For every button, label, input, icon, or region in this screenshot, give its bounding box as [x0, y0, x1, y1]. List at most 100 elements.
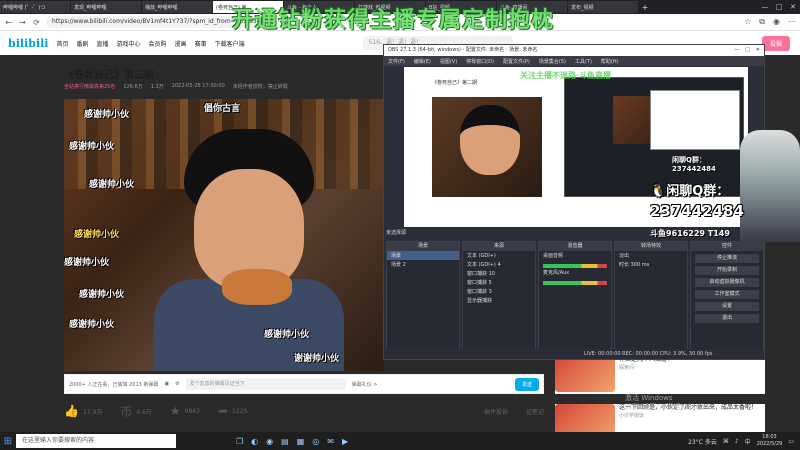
mail-icon[interactable]: ✉: [327, 437, 334, 446]
edge-icon[interactable]: ◐: [251, 437, 258, 446]
danmaku-input[interactable]: 发个友善的弹幕见证当下: [185, 378, 346, 390]
nav-game-center[interactable]: 游戏中心: [117, 39, 141, 48]
dock-title: 转场特效: [615, 242, 687, 251]
nav-esports[interactable]: 赛事: [195, 39, 207, 48]
start-recording-button[interactable]: 开始录制: [695, 266, 759, 275]
source-item[interactable]: 窗口捕获 3: [463, 287, 535, 296]
danmaku-text: 感谢帅小伙: [79, 290, 125, 300]
send-danmaku-button[interactable]: 发送: [514, 377, 539, 391]
minimize-icon[interactable]: —: [734, 45, 739, 56]
settings-button[interactable]: 设置: [695, 302, 759, 311]
coin-button[interactable]: 币 4.6万: [120, 403, 152, 420]
rank-badge[interactable]: 全站排行榜最高第25名: [64, 83, 115, 90]
danmaku-toggle-icon[interactable]: ▣: [164, 381, 169, 387]
bilibili-logo[interactable]: bilibili: [8, 37, 48, 50]
mixer-dock: 混音器 桌面音频 麦克风/Aux: [538, 241, 612, 351]
upload-button[interactable]: 投稿: [761, 36, 790, 51]
nav-shop[interactable]: 会员购: [149, 39, 167, 48]
obs-menu-edit[interactable]: 编辑(E): [414, 58, 431, 65]
danmaku-settings-icon[interactable]: ⚙: [175, 381, 179, 387]
maximize-icon[interactable]: □: [772, 3, 786, 11]
volume-meter[interactable]: [543, 281, 607, 285]
mixer-channel-label: 桌面音频: [543, 253, 564, 259]
media-icon[interactable]: ▶: [342, 437, 348, 446]
share-button[interactable]: ➦ 1225: [218, 404, 247, 418]
scene-item[interactable]: 场景: [387, 251, 459, 260]
obs-menu-docks[interactable]: 停靠窗口(D): [466, 58, 494, 65]
clock[interactable]: 18:03 2022/5/29: [757, 434, 783, 448]
notifications-icon[interactable]: ▭: [788, 438, 794, 445]
nav-download[interactable]: 下载客户端: [215, 39, 245, 48]
obs-status-bar: LIVE: 00:00:00 REC: 00:00:00 CPU: 3.9%, …: [384, 349, 764, 359]
source-item[interactable]: 文本 (GDI+): [463, 251, 535, 260]
transition-duration[interactable]: 时长 300 ms: [615, 260, 687, 269]
favorite-button[interactable]: ★ 9843: [170, 404, 200, 418]
activation-hint: 转到"设置"以激活 Windows。: [625, 403, 721, 411]
forward-icon[interactable]: →: [18, 18, 27, 27]
menu-icon[interactable]: ⋯: [788, 17, 796, 27]
obs-title: OBS 27.1.3 (64-bit, windows) - 配置文件: 未命名…: [388, 47, 538, 53]
minimize-icon[interactable]: —: [758, 3, 772, 11]
obs-menu-help[interactable]: 帮助(H): [601, 58, 619, 65]
source-item[interactable]: 窗口捕获 5: [463, 278, 535, 287]
obs-menu-scenes[interactable]: 场景集合(S): [539, 58, 566, 65]
danmaku-text: 感谢帅小伙: [69, 320, 115, 330]
video-meta: 全站排行榜最高第25名 126.6万 1.3万 2022-05-28 17:30…: [64, 83, 288, 90]
task-view-icon[interactable]: ❐: [236, 437, 243, 446]
close-icon[interactable]: ✕: [756, 45, 760, 56]
obs-menu-file[interactable]: 文件(F): [388, 58, 405, 65]
obs-icon[interactable]: ◎: [312, 437, 319, 446]
volume-icon[interactable]: ♪: [735, 438, 739, 445]
extensions-icon[interactable]: ⧉: [759, 17, 765, 27]
new-tab-button[interactable]: +: [639, 3, 651, 12]
report-link[interactable]: 稿件投诉: [484, 407, 508, 416]
exit-button[interactable]: 退出: [695, 314, 759, 323]
like-button[interactable]: 👍 17.9万: [64, 404, 102, 418]
windows-activation-watermark: 激活 Windows 转到"设置"以激活 Windows。: [625, 394, 721, 412]
stop-streaming-button[interactable]: 停止推流: [695, 254, 759, 263]
weather-widget[interactable]: 23°C 多云: [688, 437, 717, 446]
danmaku-text: 感谢帅小伙: [69, 142, 115, 152]
input-language[interactable]: 中: [745, 437, 751, 446]
refresh-icon[interactable]: ⟳: [32, 18, 41, 27]
nav-anime[interactable]: 番剧: [76, 39, 88, 48]
source-item[interactable]: 文本 (GDI+) 4: [463, 260, 535, 269]
browser-tab[interactable]: 播放_哔哩哔哩: [142, 1, 212, 13]
studio-mode-button[interactable]: 工作室模式: [695, 290, 759, 299]
browser-tab[interactable]: 哔哩哔哩 (゜-゜)つ: [0, 1, 70, 13]
virtual-camera-button[interactable]: 启动虚拟摄像机: [695, 278, 759, 287]
windows-start-icon[interactable]: ⊞: [0, 436, 16, 447]
streamer-figure: [154, 129, 344, 371]
nav-live[interactable]: 直播: [97, 39, 109, 48]
close-icon[interactable]: ✕: [786, 3, 800, 11]
nav-home[interactable]: 首页: [56, 39, 68, 48]
danmaku-bar: 2000+ 人正在看，已装填 2013 条弹幕 ▣ ⚙ 发个友善的弹幕见证当下 …: [64, 374, 544, 394]
file-explorer-icon[interactable]: ▤: [281, 437, 289, 446]
source-item[interactable]: 窗口捕获 10: [463, 269, 535, 278]
share-count: 1225: [232, 407, 248, 415]
maximize-icon[interactable]: □: [745, 45, 750, 56]
obs-menu-profile[interactable]: 配置文件(P): [503, 58, 530, 65]
taskbar-search-input[interactable]: 在这里输入你要搜索的内容: [16, 434, 176, 448]
transition-select[interactable]: 淡出: [615, 251, 687, 260]
coin-icon: 币: [120, 404, 133, 419]
profile-icon[interactable]: ◉: [773, 17, 780, 27]
danmaku-text: 感谢帅小伙: [264, 330, 310, 340]
browser-tab[interactable]: 发现_哔哩哔哩: [71, 1, 141, 13]
recommendation-item[interactable]: 什么是几个人知道？ 探索间: [555, 356, 765, 394]
network-icon[interactable]: ⌘: [723, 438, 729, 445]
source-item[interactable]: 显示器捕获: [463, 296, 535, 305]
store-icon[interactable]: ▦: [297, 437, 305, 446]
scene-item[interactable]: 场景 2: [387, 260, 459, 269]
video-player[interactable]: 感谢帅小伙 倡你古言 感谢帅小伙 感谢帅小伙 感谢帅小伙 感谢帅小伙 感谢帅小伙…: [64, 99, 384, 371]
browser-tab[interactable]: 发布_视频: [568, 1, 638, 13]
star-icon[interactable]: ☆: [744, 17, 751, 27]
qq-number: 237442484: [650, 202, 744, 220]
nav-manga[interactable]: 漫画: [175, 39, 187, 48]
etiquette-link[interactable]: 弹幕礼仪 >: [352, 381, 378, 388]
obs-menu-view[interactable]: 视图(V): [440, 58, 457, 65]
obs-menu-tools[interactable]: 工具(T): [575, 58, 592, 65]
back-icon[interactable]: ←: [4, 18, 13, 27]
note-link[interactable]: 记笔记: [526, 407, 544, 416]
chrome-icon[interactable]: ◉: [266, 437, 273, 446]
